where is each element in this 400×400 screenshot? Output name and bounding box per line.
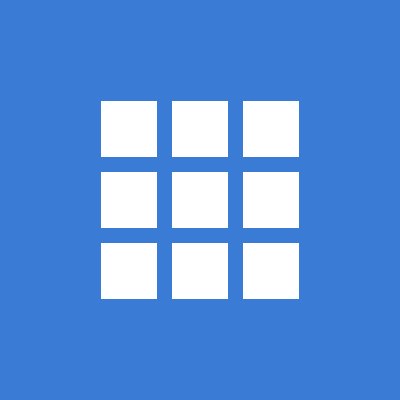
grid-square: [172, 172, 228, 228]
grid-square: [243, 101, 299, 157]
grid-square: [243, 172, 299, 228]
grid-3x3-icon: [101, 101, 299, 299]
app-icon-tile[interactable]: [0, 0, 400, 400]
grid-square: [243, 243, 299, 299]
grid-square: [101, 172, 157, 228]
grid-square: [101, 101, 157, 157]
grid-square: [101, 243, 157, 299]
grid-square: [172, 101, 228, 157]
grid-square: [172, 243, 228, 299]
